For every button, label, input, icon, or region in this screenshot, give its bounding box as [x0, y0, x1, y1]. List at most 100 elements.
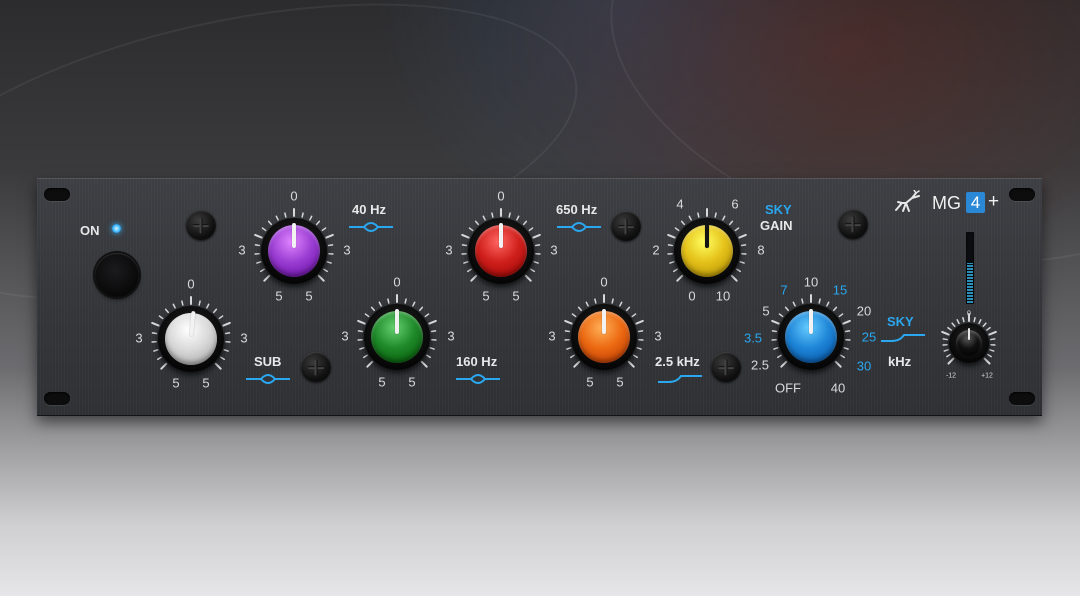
sky-freq-knob[interactable] [767, 293, 855, 381]
logo-badge: 4 [966, 192, 985, 213]
logo-text: MG [932, 193, 961, 213]
knob-tick [826, 301, 830, 307]
knob-tick [326, 261, 332, 264]
knob-tick [676, 274, 684, 282]
knob-tick [987, 353, 992, 358]
knob-tick [983, 357, 991, 365]
sky-freq-scale-15: 15 [832, 282, 848, 298]
knob-tick [301, 212, 304, 218]
band-40hz-knob[interactable] [250, 207, 338, 295]
band-40hz-scale-right: 3 [343, 242, 351, 258]
band-160hz-scale-bottom-left: 5 [378, 374, 386, 390]
knob-tick [362, 354, 368, 359]
knob-tick [792, 301, 796, 307]
sub-scale-top: 0 [187, 276, 195, 292]
sub-scale-left: 3 [135, 330, 143, 346]
knob-tick [838, 313, 844, 318]
sky-freq-scale-20: 20 [856, 303, 872, 319]
high-shelf-icon [881, 334, 925, 342]
knob-tick [946, 353, 951, 358]
knob-pointer [602, 309, 606, 334]
band-160hz-knob[interactable] [353, 293, 441, 381]
knob-tick [674, 227, 680, 232]
knob-tick [156, 356, 162, 361]
knob-tick [947, 326, 952, 331]
knob-tick [633, 354, 639, 359]
band-2k5-scale-bottom-right: 5 [616, 374, 624, 390]
output-trim-knob[interactable] [938, 312, 1000, 374]
power-button[interactable] [95, 253, 139, 297]
knob-tick [842, 319, 851, 325]
band-650hz-knob[interactable] [457, 207, 545, 295]
knob-tick [212, 308, 218, 314]
knob-tick [625, 306, 631, 312]
band-2k5-knob[interactable] [560, 293, 648, 381]
knob-tick [323, 268, 329, 273]
knob-tick [801, 298, 804, 304]
knob-tick [619, 301, 623, 307]
knob-tick [941, 330, 950, 336]
knob-tick [989, 338, 996, 341]
knob-tick [429, 347, 435, 350]
band-160hz-scale-bottom-right: 5 [408, 374, 416, 390]
knob-tick [223, 349, 229, 352]
knob-pointer [395, 309, 399, 334]
sky-freq-scale-3-5: 3.5 [743, 330, 763, 346]
knob-tick [738, 233, 747, 239]
knob-pointer [809, 309, 813, 334]
knob-tick [962, 316, 965, 323]
knob-tick [153, 349, 159, 352]
band-2k5-label: 2.5 kHz [655, 354, 700, 369]
knob-tick [680, 220, 686, 226]
knob-tick [325, 233, 334, 239]
knob-tick [259, 268, 265, 273]
knob-tick [267, 220, 273, 226]
output-level-meter [966, 232, 974, 304]
sky-freq-scale-off: OFF [775, 380, 801, 396]
knob-tick [771, 319, 780, 325]
knob-tick [516, 215, 520, 221]
knob-tick [315, 220, 321, 226]
knob-tick [740, 244, 747, 247]
knob-tick [978, 319, 982, 325]
band-40hz-scale-left: 3 [238, 242, 246, 258]
knob-tick [151, 321, 160, 327]
knob-tick [378, 301, 382, 307]
output-scale-top: 0 [967, 310, 971, 318]
rack-mount-hole [44, 188, 70, 201]
knob-tick [956, 319, 960, 325]
sky-gain-label-bottom: GAIN [760, 218, 793, 233]
knob-tick [739, 261, 745, 264]
knob-tick [222, 321, 231, 327]
knob-tick [533, 261, 539, 264]
sky-freq-scale-10: 10 [803, 274, 819, 290]
band-650hz-scale-left: 3 [445, 242, 453, 258]
sky-gain-knob[interactable] [663, 207, 751, 295]
knob-tick [327, 244, 334, 247]
knob-pointer [292, 223, 296, 248]
knob-tick [818, 298, 821, 304]
knob-tick [164, 308, 170, 314]
band-2k5-scale-top: 0 [600, 274, 608, 290]
peak-filter-icon [246, 374, 290, 384]
band-160hz-scale-right: 3 [447, 328, 455, 344]
knob-tick [317, 274, 325, 282]
knob-tick [688, 215, 692, 221]
sky-gain-scale-2: 2 [652, 242, 660, 258]
band-2k5-scale-right: 3 [654, 328, 662, 344]
knob-tick [366, 360, 374, 368]
knob-tick [635, 319, 644, 325]
knob-tick [418, 306, 424, 312]
knob-tick [470, 274, 478, 282]
sub-scale-bottom-left: 5 [172, 375, 180, 391]
knob-tick [468, 227, 474, 232]
knob-tick [364, 313, 370, 318]
knob-tick [942, 338, 949, 341]
band-160hz-scale-top: 0 [393, 274, 401, 290]
sub-knob[interactable] [147, 295, 235, 383]
knob-tick [973, 316, 976, 323]
knob-tick [697, 212, 700, 218]
knob-tick [220, 356, 226, 361]
sky-gain-scale-6: 6 [731, 196, 739, 212]
rack-mount-hole [44, 392, 70, 405]
